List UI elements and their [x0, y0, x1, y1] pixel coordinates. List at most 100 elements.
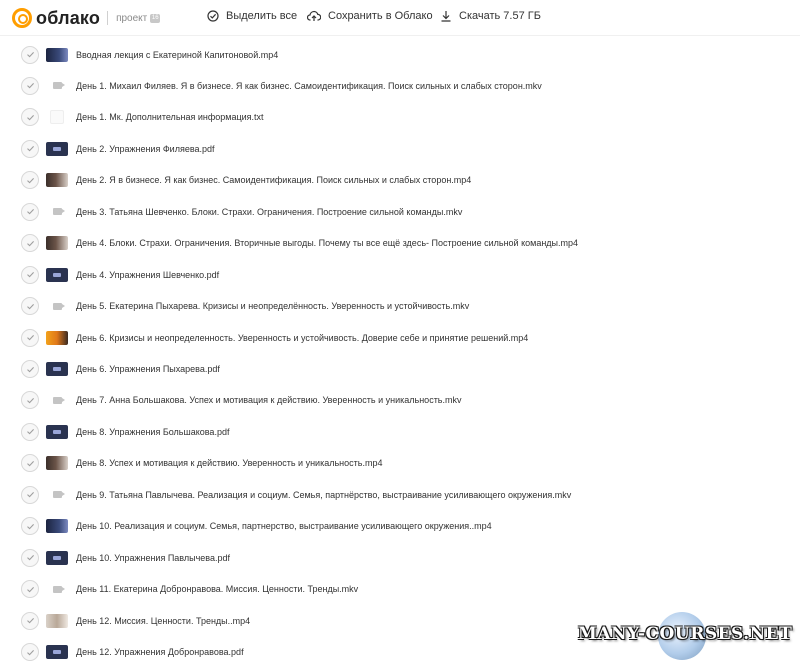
logo[interactable]: облако проект 16: [12, 8, 161, 28]
file-row[interactable]: День 1. Мк. Дополнительная информация.tx…: [0, 102, 800, 133]
check-icon: [26, 397, 34, 404]
file-name[interactable]: День 9. Татьяна Павлычева. Реализация и …: [76, 490, 571, 500]
download-icon: [441, 11, 451, 22]
pdf-thumbnail: [46, 267, 68, 282]
video-thumbnail: [46, 456, 68, 471]
video-file-icon: [46, 582, 68, 597]
select-checkbox[interactable]: [21, 517, 39, 536]
file-row[interactable]: День 10. Реализация и социум. Семья, пар…: [0, 511, 800, 542]
file-row[interactable]: День 11. Екатерина Добронравова. Миссия.…: [0, 574, 800, 605]
check-icon: [26, 492, 34, 498]
file-name[interactable]: День 7. Анна Большакова. Успех и мотивац…: [76, 395, 462, 405]
watermark-text: MANY-COURSES.NET: [578, 624, 793, 644]
file-name[interactable]: День 12. Упражнения Добронравова.pdf: [76, 647, 244, 657]
file-name[interactable]: Вводная лекция с Екатериной Капитоновой.…: [76, 50, 278, 60]
pdf-thumbnail: [46, 550, 68, 565]
file-row[interactable]: День 2. Упражнения Филяева.pdf: [0, 133, 800, 164]
video-thumbnail: [46, 519, 68, 534]
select-checkbox[interactable]: [21, 171, 39, 190]
pdf-thumbnail: [46, 141, 68, 156]
file-name[interactable]: День 4. Упражнения Шевченко.pdf: [76, 270, 219, 280]
file-row[interactable]: День 10. Упражнения Павлычева.pdf: [0, 542, 800, 573]
file-name[interactable]: День 11. Екатерина Добронравова. Миссия.…: [76, 584, 358, 594]
video-thumbnail: [46, 613, 68, 628]
check-icon: [26, 303, 34, 309]
select-checkbox[interactable]: [21, 391, 39, 410]
select-checkbox[interactable]: [21, 234, 39, 253]
check-icon: [26, 83, 34, 89]
select-checkbox[interactable]: [21, 580, 39, 599]
select-checkbox[interactable]: [21, 611, 39, 630]
file-row[interactable]: День 4. Упражнения Шевченко.pdf: [0, 259, 800, 290]
file-row[interactable]: День 6. Кризисы и неопределенность. Увер…: [0, 322, 800, 353]
file-row[interactable]: День 8. Успех и мотивация к действию. Ув…: [0, 448, 800, 479]
check-icon: [26, 366, 34, 372]
select-checkbox[interactable]: [21, 202, 39, 221]
project-badge: 16: [150, 13, 161, 23]
check-icon: [26, 177, 34, 184]
select-checkbox[interactable]: [21, 76, 39, 95]
download-label: Скачать 7.57 ГБ: [459, 10, 541, 22]
file-row[interactable]: Вводная лекция с Екатериной Капитоновой.…: [0, 39, 800, 70]
file-row[interactable]: День 9. Татьяна Павлычева. Реализация и …: [0, 479, 800, 510]
file-row[interactable]: День 2. Я в бизнесе. Я как бизнес. Самои…: [0, 165, 800, 196]
select-checkbox[interactable]: [21, 485, 39, 504]
check-icon: [26, 209, 34, 215]
file-name[interactable]: День 1. Мк. Дополнительная информация.tx…: [76, 112, 264, 122]
project-label: проект: [116, 12, 148, 24]
download-button[interactable]: Скачать 7.57 ГБ: [440, 10, 541, 22]
file-name[interactable]: День 6. Упражнения Пыхарева.pdf: [76, 364, 220, 374]
pdf-thumbnail: [46, 645, 68, 660]
check-icon: [26, 586, 34, 593]
file-name[interactable]: День 10. Реализация и социум. Семья, пар…: [76, 521, 492, 531]
file-name[interactable]: День 5. Екатерина Пыхарева. Кризисы и не…: [76, 301, 469, 311]
select-checkbox[interactable]: [21, 454, 39, 473]
file-row[interactable]: День 6. Упражнения Пыхарева.pdf: [0, 354, 800, 385]
file-name[interactable]: День 8. Успех и мотивация к действию. Ув…: [76, 458, 382, 468]
check-icon: [26, 240, 34, 247]
select-checkbox[interactable]: [21, 548, 39, 567]
top-toolbar: облако проект 16 Выделить все Сохранить …: [0, 0, 800, 36]
watermark: MANY-COURSES.NET: [578, 612, 793, 660]
file-row[interactable]: День 1. Михаил Филяев. Я в бизнесе. Я ка…: [0, 70, 800, 101]
file-name[interactable]: День 4. Блоки. Страхи. Ограничения. Втор…: [76, 238, 578, 248]
save-to-cloud-label: Сохранить в Облако: [328, 10, 433, 22]
check-icon: [26, 335, 34, 341]
select-checkbox[interactable]: [21, 139, 39, 158]
video-thumbnail: [46, 47, 68, 62]
check-icon: [26, 272, 34, 278]
select-checkbox[interactable]: [21, 328, 39, 347]
save-to-cloud-button[interactable]: Сохранить в Облако: [307, 10, 433, 22]
file-row[interactable]: День 5. Екатерина Пыхарева. Кризисы и не…: [0, 291, 800, 322]
select-checkbox[interactable]: [21, 265, 39, 284]
file-row[interactable]: День 4. Блоки. Страхи. Ограничения. Втор…: [0, 228, 800, 259]
file-name[interactable]: День 2. Я в бизнесе. Я как бизнес. Самои…: [76, 175, 471, 185]
select-all-label: Выделить все: [226, 10, 298, 22]
file-name[interactable]: День 8. Упражнения Большакова.pdf: [76, 427, 229, 437]
check-icon: [26, 429, 34, 435]
video-thumbnail: [46, 330, 68, 345]
file-row[interactable]: День 7. Анна Большакова. Успех и мотивац…: [0, 385, 800, 416]
file-row[interactable]: День 8. Упражнения Большакова.pdf: [0, 416, 800, 447]
file-row[interactable]: День 3. Татьяна Шевченко. Блоки. Страхи.…: [0, 196, 800, 227]
check-icon: [26, 649, 34, 655]
file-name[interactable]: День 6. Кризисы и неопределенность. Увер…: [76, 333, 528, 343]
select-checkbox[interactable]: [21, 108, 39, 127]
file-name[interactable]: День 12. Миссия. Ценности. Тренды..mp4: [76, 616, 250, 626]
file-name[interactable]: День 3. Татьяна Шевченко. Блоки. Страхи.…: [76, 207, 462, 217]
select-checkbox[interactable]: [21, 643, 39, 662]
logo-divider: [107, 11, 109, 25]
select-all-button[interactable]: Выделить все: [207, 10, 297, 22]
video-file-icon: [46, 487, 68, 502]
video-file-icon: [46, 78, 68, 93]
file-name[interactable]: День 1. Михаил Филяев. Я в бизнесе. Я ка…: [76, 81, 542, 91]
video-thumbnail: [46, 236, 68, 251]
select-checkbox[interactable]: [21, 422, 39, 441]
select-checkbox[interactable]: [21, 360, 39, 378]
file-name[interactable]: День 10. Упражнения Павлычева.pdf: [76, 553, 230, 563]
select-checkbox[interactable]: [21, 297, 39, 316]
select-checkbox[interactable]: [21, 45, 39, 64]
file-name[interactable]: День 2. Упражнения Филяева.pdf: [76, 144, 215, 154]
check-icon: [26, 618, 34, 624]
text-file-icon: [50, 110, 64, 125]
